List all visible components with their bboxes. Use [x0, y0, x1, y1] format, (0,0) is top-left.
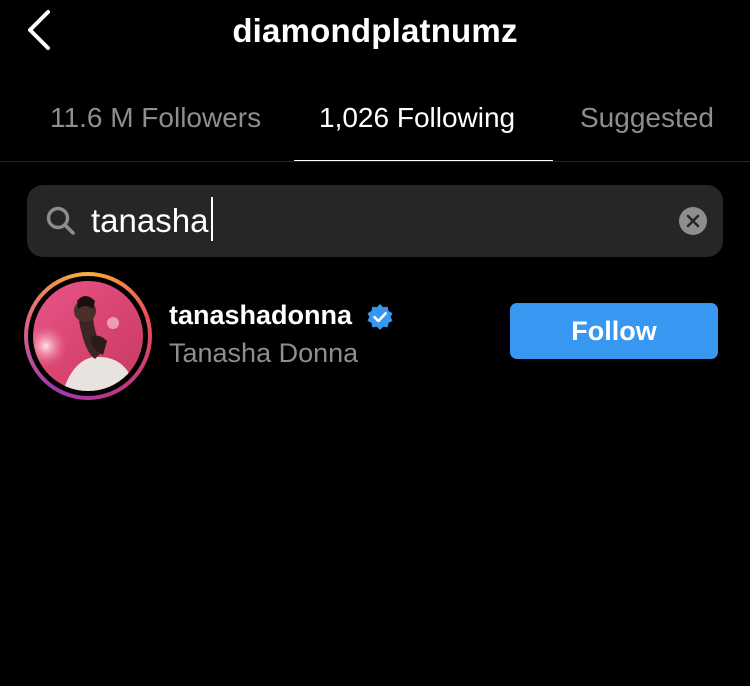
search-bar[interactable]: [27, 185, 723, 257]
divider: [0, 161, 750, 162]
follow-button[interactable]: Follow: [510, 303, 718, 359]
header: diamondplatnumz: [0, 0, 750, 64]
search-icon: [46, 206, 75, 235]
clear-icon: [686, 214, 700, 228]
tab-bar: 11.6 M Followers 1,026 Following Suggest…: [0, 88, 750, 162]
tab-followers[interactable]: 11.6 M Followers: [50, 102, 261, 134]
story-ring[interactable]: [24, 272, 152, 400]
list-item[interactable]: tanashadonna Tanasha Donna Follow: [0, 266, 750, 406]
avatar: [33, 281, 143, 391]
full-name: Tanasha Donna: [169, 338, 359, 368]
tab-following[interactable]: 1,026 Following: [319, 102, 515, 134]
text-cursor: [211, 197, 213, 241]
username[interactable]: tanashadonna: [169, 300, 352, 331]
search-input[interactable]: [91, 195, 651, 247]
tab-suggested[interactable]: Suggested: [580, 102, 714, 134]
page-title: diamondplatnumz: [232, 12, 518, 49]
verified-badge-icon: [367, 304, 393, 330]
clear-search-button[interactable]: [679, 207, 707, 235]
